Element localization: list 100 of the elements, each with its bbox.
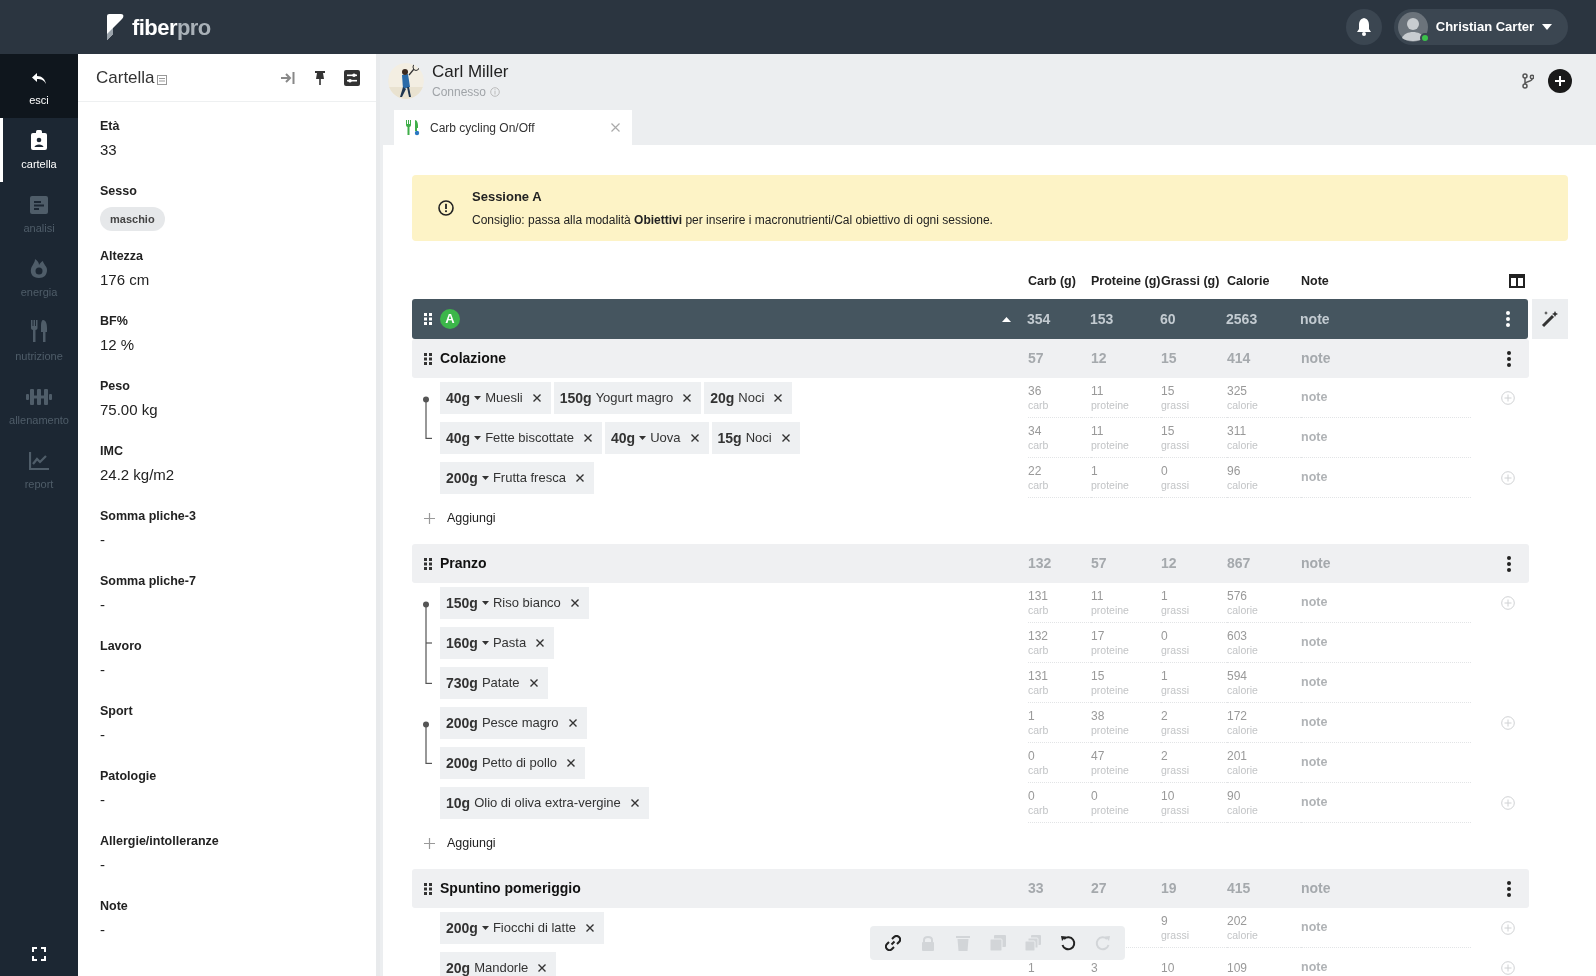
- drag-handle-icon[interactable]: [424, 882, 432, 895]
- nutrient-value: 0: [1161, 464, 1169, 477]
- remove-icon[interactable]: [575, 474, 584, 482]
- nutrient-value: 22: [1028, 464, 1043, 477]
- nutrient-unit: grassi: [1161, 644, 1190, 656]
- food-chip[interactable]: 15g Noci: [711, 422, 800, 454]
- caret-down-icon[interactable]: [474, 436, 482, 440]
- food-chip[interactable]: 40g Fette biscottate: [440, 422, 602, 454]
- nutrient-unit: proteine: [1091, 724, 1130, 736]
- field-label: Note: [100, 898, 129, 915]
- remove-icon[interactable]: [532, 394, 541, 402]
- note-text: note: [1301, 349, 1332, 368]
- caret-down-icon: [1542, 24, 1552, 30]
- remove-icon[interactable]: [690, 434, 699, 442]
- more-options-icon[interactable]: [1507, 880, 1511, 897]
- drag-handle-icon[interactable]: [424, 557, 432, 570]
- remove-icon[interactable]: [781, 434, 790, 442]
- total-value: 60: [1160, 309, 1177, 329]
- food-chip[interactable]: 730g Patate: [440, 667, 548, 699]
- total-value: 33: [1028, 879, 1045, 898]
- nutrient-value: 9: [1161, 914, 1169, 927]
- caret-down-icon[interactable]: [481, 476, 489, 480]
- caret-down-icon[interactable]: [474, 396, 482, 400]
- caret-down-icon[interactable]: [481, 601, 489, 605]
- nutrient-value: 172: [1227, 709, 1249, 722]
- nutrient-value: 0: [1091, 789, 1099, 802]
- remove-icon[interactable]: [567, 759, 576, 767]
- column-header: Carb (g): [1028, 272, 1077, 290]
- nutrient-value: 3: [1091, 961, 1099, 974]
- more-options-icon[interactable]: [1507, 555, 1511, 572]
- field-value: -: [100, 854, 106, 875]
- nutrient-unit: grassi: [1161, 684, 1190, 696]
- nutrient-value: 2: [1161, 749, 1169, 762]
- branch-icon: [1522, 73, 1534, 89]
- food-chip[interactable]: 20g Mandorle: [440, 952, 557, 976]
- caret-down-icon[interactable]: [639, 436, 647, 440]
- column-header: Proteine (g): [1091, 272, 1161, 290]
- user-menu-button[interactable]: Christian Carter: [1393, 9, 1568, 45]
- more-options-icon[interactable]: [1506, 311, 1511, 327]
- arrow-to-line-icon: [281, 71, 295, 84]
- food-chip[interactable]: 200g Fiocchi di latte: [440, 912, 604, 944]
- nutrient-unit: carb: [1028, 604, 1050, 616]
- cutlery-icon: [30, 319, 48, 342]
- add-food-button[interactable]: Aggiungi: [424, 509, 496, 528]
- document-icon: [30, 195, 48, 214]
- nutrient-value: 11: [1091, 384, 1105, 397]
- food-chip[interactable]: 200g Frutta fresca: [440, 462, 594, 494]
- remove-icon[interactable]: [683, 394, 692, 402]
- food-chip[interactable]: 150g Yogurt magro: [553, 382, 702, 414]
- field-chip: maschio: [100, 206, 165, 232]
- drag-handle-icon[interactable]: [424, 352, 432, 365]
- group-connector: [422, 418, 432, 439]
- link-icon: [884, 935, 901, 951]
- add-button[interactable]: [1548, 69, 1572, 93]
- food-chip[interactable]: 10g Olio di oliva extra-vergine: [440, 787, 649, 819]
- food-chip[interactable]: 200g Pesce magro: [440, 707, 587, 739]
- columns-button[interactable]: [1509, 274, 1525, 288]
- food-chip[interactable]: 200g Petto di pollo: [440, 747, 586, 779]
- remove-icon[interactable]: [584, 434, 592, 442]
- exit-button[interactable]: esci: [0, 54, 78, 118]
- remove-icon[interactable]: [568, 719, 577, 727]
- add-food-button[interactable]: Aggiungi: [424, 834, 496, 853]
- food-chip[interactable]: 40g Muesli: [440, 382, 551, 414]
- field-value: -: [100, 594, 106, 615]
- remove-icon[interactable]: [570, 599, 579, 607]
- food-chip[interactable]: 40g Uova: [605, 422, 709, 454]
- caret-down-icon[interactable]: [481, 926, 489, 930]
- nutrient-value: 15: [1161, 424, 1176, 437]
- group-connector: [422, 743, 432, 764]
- nutrient-unit: proteine: [1091, 399, 1130, 411]
- nutrient-unit: grassi: [1161, 604, 1190, 616]
- remove-icon[interactable]: [586, 924, 594, 932]
- magic-wand-button[interactable]: [1532, 299, 1568, 339]
- remove-icon[interactable]: [774, 394, 783, 402]
- food-chip[interactable]: 150g Riso bianco: [440, 587, 589, 619]
- remove-icon[interactable]: [529, 679, 538, 687]
- notifications-button[interactable]: [1345, 9, 1382, 45]
- food-chip[interactable]: 160g Pasta: [440, 627, 555, 659]
- drag-handle-icon[interactable]: [424, 313, 432, 325]
- nutrient-value: 10: [1161, 789, 1176, 802]
- remove-icon[interactable]: [538, 964, 547, 972]
- plus-icon: [424, 513, 435, 524]
- nutrient-value: 1: [1091, 464, 1099, 477]
- nutrient-value: 132: [1028, 629, 1050, 642]
- remove-icon[interactable]: [630, 799, 639, 807]
- nutrient-unit: calorie: [1227, 724, 1259, 736]
- field-label: Sport: [100, 703, 134, 720]
- document-icon: [156, 74, 167, 85]
- tab[interactable]: Carb cycling On/Off: [394, 110, 632, 145]
- caret-down-icon[interactable]: [481, 641, 489, 645]
- nutrient-unit: calorie: [1227, 929, 1259, 941]
- nutrient-unit: carb: [1028, 644, 1050, 656]
- more-options-icon[interactable]: [1507, 350, 1511, 367]
- caret-up-icon[interactable]: [1002, 316, 1012, 322]
- field-label: Allergie/intolleranze: [100, 833, 220, 850]
- food-chip[interactable]: 20g Noci: [704, 382, 793, 414]
- nutrient-value: 11: [1091, 424, 1105, 437]
- flame-icon: [30, 257, 48, 278]
- remove-icon[interactable]: [536, 639, 545, 647]
- group-connector: [422, 396, 432, 418]
